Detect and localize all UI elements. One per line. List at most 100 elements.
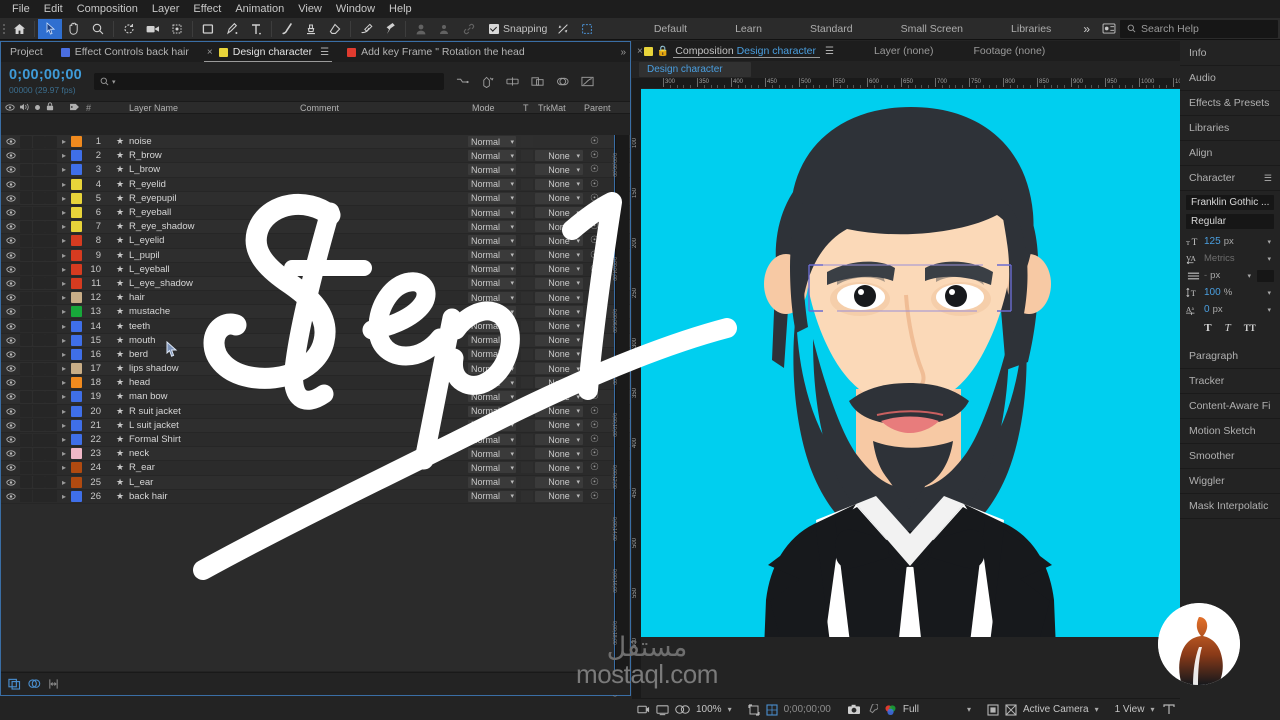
layer-parent-picker[interactable]: ☉ — [590, 150, 599, 161]
layer-label-color[interactable] — [71, 178, 82, 190]
layer-parent-picker[interactable]: ☉ — [590, 363, 599, 374]
layer-parent-picker[interactable]: ☉ — [590, 207, 599, 218]
layer-audio-toggle[interactable] — [20, 447, 32, 460]
table-row[interactable]: ▸ 7 ★ R_eye_shadow Normal ▾ None ▾ ☉ — [1, 220, 630, 235]
layer-solo-toggle[interactable] — [33, 234, 45, 247]
layer-lock-toggle[interactable] — [45, 476, 57, 489]
table-row[interactable]: ▸ 2 ★ R_brow Normal ▾ None ▾ ☉ — [1, 149, 630, 164]
layer-solo-toggle[interactable] — [33, 461, 45, 474]
layer-parent-picker[interactable]: ☉ — [590, 491, 599, 502]
layer-audio-toggle[interactable] — [20, 220, 32, 233]
layer-audio-toggle[interactable] — [20, 206, 32, 219]
table-row[interactable]: ▸ 6 ★ R_eyeball Normal ▾ None ▾ ☉ — [1, 205, 630, 221]
layer-t-cell[interactable] — [521, 334, 533, 346]
layer-t-cell[interactable] — [521, 178, 533, 190]
layer-parent-picker[interactable]: ☉ — [590, 164, 599, 175]
close-icon[interactable]: × — [207, 47, 213, 58]
expand-arrow-icon[interactable]: ▸ — [62, 350, 66, 359]
layer-label-color[interactable] — [71, 462, 82, 474]
layer-visibility-icon[interactable] — [5, 363, 16, 374]
views-chevron-down-icon[interactable]: ▾ — [1150, 705, 1154, 714]
layer-audio-toggle[interactable] — [20, 376, 32, 389]
layer-mode-select[interactable]: Normal ▾ — [468, 348, 516, 360]
layer-lock-toggle[interactable] — [45, 419, 57, 432]
leading-row[interactable]: - px ▾ — [1186, 267, 1274, 284]
comp-timecode[interactable]: 0;00;00;00 — [784, 704, 831, 715]
tab-composition[interactable]: Composition Design character — [673, 45, 822, 58]
layer-t-cell[interactable] — [521, 164, 533, 176]
layer-trkmat-select[interactable]: None ▾ — [535, 277, 583, 289]
panel-paragraph[interactable]: Paragraph — [1180, 344, 1280, 369]
frame-stretch-icon[interactable] — [48, 678, 59, 690]
panel-smoother[interactable]: Smoother — [1180, 444, 1280, 469]
all-caps-button[interactable]: TT — [1244, 323, 1256, 333]
layer-trkmat-select[interactable]: None ▾ — [535, 235, 583, 247]
layer-t-cell[interactable] — [521, 377, 533, 389]
layer-lock-toggle[interactable] — [45, 206, 57, 219]
layer-lock-toggle[interactable] — [45, 490, 57, 503]
workspace-small-screen[interactable]: Small Screen — [877, 23, 987, 35]
panel-audio[interactable]: Audio — [1180, 66, 1280, 91]
layer-trkmat-select[interactable]: None ▾ — [535, 462, 583, 474]
timeline-ruler[interactable]: 0;00;00;00 0;00;02;00 0;00;04;00 0;00;06;00… — [611, 135, 629, 697]
layer-audio-toggle[interactable] — [20, 192, 32, 205]
clone-stamp-tool-icon[interactable] — [299, 19, 323, 39]
baseline-shift-row[interactable]: Aa 0 px ▾ — [1186, 301, 1274, 318]
table-row[interactable]: ▸ 14 ★ teeth Normal ▾ None ▾ ☉ — [1, 319, 630, 334]
layer-solo-toggle[interactable] — [33, 376, 45, 389]
menu-item-help[interactable]: Help — [382, 0, 419, 18]
layer-lock-toggle[interactable] — [45, 334, 57, 347]
layer-parent-picker[interactable]: ☉ — [590, 477, 599, 488]
expand-arrow-icon[interactable]: ▸ — [62, 336, 66, 345]
table-row[interactable]: ▸ 24 ★ R_ear Normal ▾ None ▾ ☉ — [1, 461, 630, 476]
baseline-shift-value[interactable]: 0 — [1204, 304, 1210, 315]
layer-lock-toggle[interactable] — [45, 220, 57, 233]
pen-tool-icon[interactable] — [220, 19, 244, 39]
layer-parent-picker[interactable]: ☉ — [590, 391, 599, 402]
layer-visibility-icon[interactable] — [5, 377, 16, 388]
layer-parent-picker[interactable]: ☉ — [590, 377, 599, 388]
layer-name[interactable]: L_pupil — [129, 250, 160, 261]
panel-motion-sketch[interactable]: Motion Sketch — [1180, 419, 1280, 444]
layer-label-color[interactable] — [71, 150, 82, 162]
menu-item-layer[interactable]: Layer — [145, 0, 187, 18]
layer-label-color[interactable] — [71, 235, 82, 247]
layer-parent-picker[interactable]: ☉ — [590, 292, 599, 303]
puppet-pin-tool-icon[interactable] — [378, 19, 402, 39]
layer-t-cell[interactable] — [521, 462, 533, 474]
layer-name[interactable]: mouth — [129, 335, 155, 346]
layer-visibility-icon[interactable] — [5, 235, 16, 246]
layer-name[interactable]: noise — [129, 136, 152, 147]
layer-mode-select[interactable]: Normal ▾ — [468, 391, 516, 403]
layer-lock-toggle[interactable] — [45, 320, 57, 333]
layer-visibility-icon[interactable] — [5, 349, 16, 360]
resolution-chevron-down-icon[interactable]: ▾ — [967, 705, 971, 714]
workspace-settings-icon[interactable] — [1098, 21, 1120, 37]
font-style-field[interactable]: Regular — [1186, 214, 1274, 229]
layer-trkmat-select[interactable]: None ▾ — [535, 490, 583, 502]
layer-t-cell[interactable] — [521, 363, 533, 375]
layer-solo-toggle[interactable] — [33, 206, 45, 219]
layer-lock-toggle[interactable] — [45, 376, 57, 389]
toggle-modes-icon[interactable] — [28, 678, 41, 690]
table-row[interactable]: ▸ 21 ★ L suit jacket Normal ▾ None ▾ ☉ — [1, 418, 630, 433]
layer-mode-select[interactable]: Normal ▾ — [468, 221, 516, 233]
table-row[interactable]: ▸ 1 ★ noise Normal ▾ ☉ — [1, 135, 630, 150]
layer-trkmat-select[interactable]: None ▾ — [535, 320, 583, 332]
layer-trkmat-select[interactable]: None ▾ — [535, 377, 583, 389]
selection-tool-icon[interactable] — [38, 18, 62, 39]
layer-audio-toggle[interactable] — [20, 362, 32, 375]
layer-name[interactable]: hair — [129, 292, 145, 303]
layer-lock-toggle[interactable] — [45, 277, 57, 290]
graph-editor-icon[interactable] — [581, 76, 594, 87]
timeline-icon[interactable] — [1163, 704, 1176, 715]
expand-arrow-icon[interactable]: ▸ — [62, 407, 66, 416]
snapshot-icon[interactable] — [847, 704, 861, 715]
layer-audio-toggle[interactable] — [20, 334, 32, 347]
layer-t-cell[interactable] — [521, 320, 533, 332]
layer-audio-toggle[interactable] — [20, 234, 32, 247]
workspace-libraries[interactable]: Libraries — [987, 23, 1075, 35]
layer-solo-toggle[interactable] — [33, 135, 45, 148]
snapping-toggle[interactable]: Snapping — [489, 23, 547, 35]
layer-t-cell[interactable] — [521, 277, 533, 289]
